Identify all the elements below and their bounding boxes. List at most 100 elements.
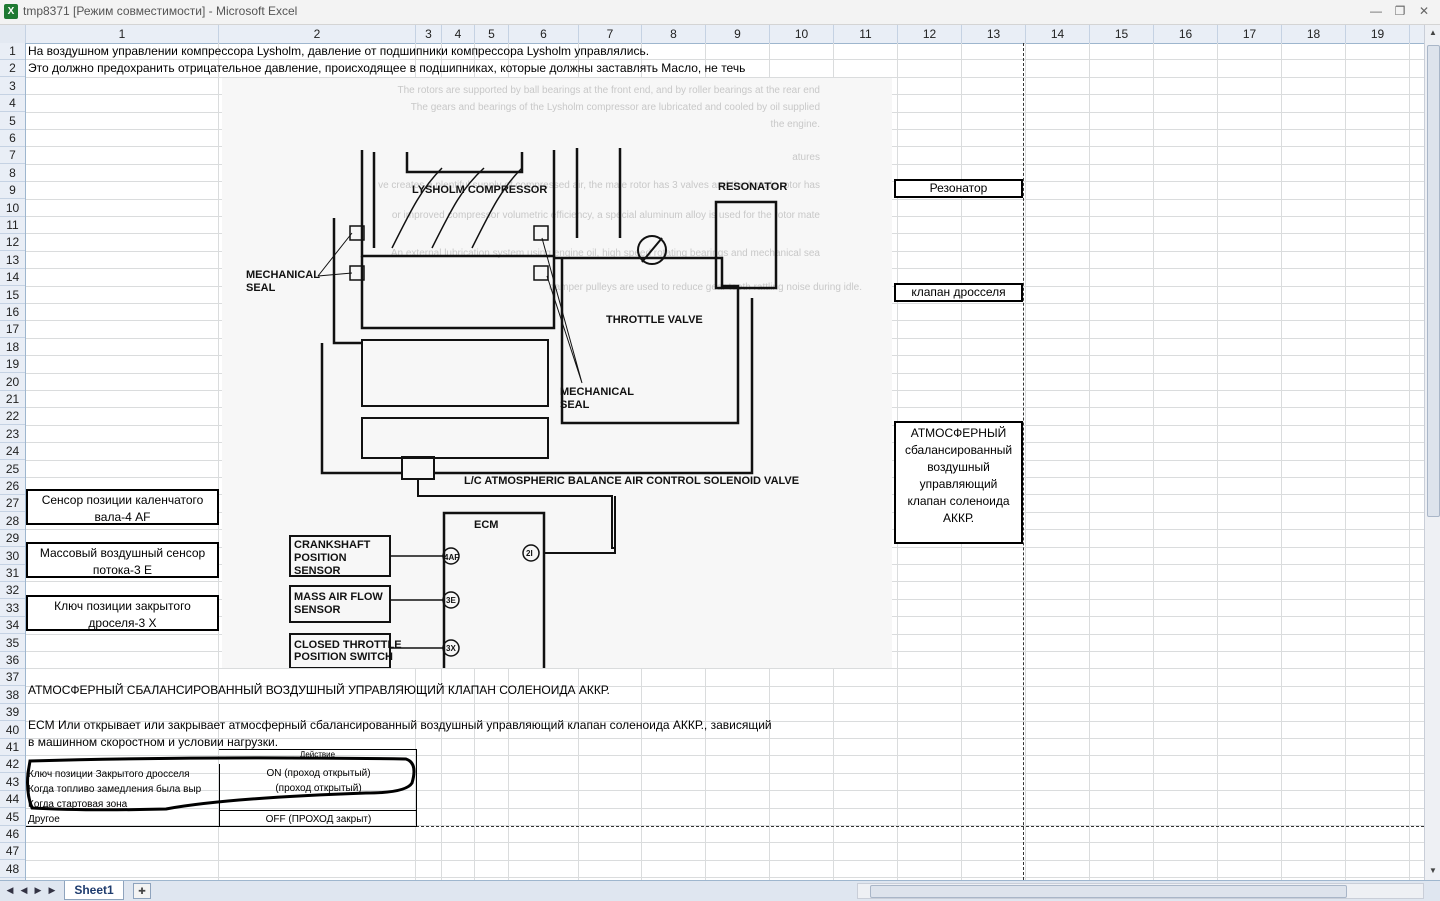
- column-header[interactable]: 3: [416, 25, 442, 43]
- restore-icon[interactable]: ❐: [1390, 2, 1410, 20]
- row-header[interactable]: 4: [0, 95, 25, 113]
- row-header[interactable]: 19: [0, 356, 25, 374]
- column-header[interactable]: 19: [1346, 25, 1410, 43]
- row-header[interactable]: 35: [0, 635, 25, 652]
- row-header[interactable]: 25: [0, 461, 25, 478]
- insert-sheet-icon[interactable]: ✚: [133, 883, 151, 899]
- next-sheet-icon[interactable]: ▶: [32, 883, 44, 897]
- excel-icon[interactable]: X: [4, 4, 18, 19]
- callout-crankshaft-sensor[interactable]: Сенсор позиции каленчатого вала-4 AF: [26, 489, 219, 525]
- row-header[interactable]: 30: [0, 548, 25, 565]
- gridline-horizontal: [26, 877, 1424, 879]
- column-header[interactable]: 2: [219, 25, 416, 43]
- column-header[interactable]: 14: [1026, 25, 1090, 43]
- callout-throttle-valve[interactable]: клапан дросселя: [894, 283, 1023, 302]
- row-header[interactable]: 18: [0, 339, 25, 356]
- cell-r38[interactable]: АТМОСФЕРНЫЙ СБАЛАНСИРОВАННЫЙ ВОЗДУШНЫЙ У…: [28, 683, 610, 697]
- horizontal-scrollbar[interactable]: [857, 883, 1424, 899]
- row-header[interactable]: 9: [0, 182, 25, 200]
- table-action-4[interactable]: OFF (ПРОХОД закрыт): [221, 814, 416, 825]
- row-header[interactable]: 41: [0, 739, 25, 756]
- row-header[interactable]: 6: [0, 130, 25, 147]
- row-header[interactable]: 16: [0, 304, 25, 321]
- row-header[interactable]: 43: [0, 774, 25, 791]
- column-header[interactable]: 18: [1282, 25, 1346, 43]
- row-header[interactable]: 34: [0, 617, 25, 635]
- row-header[interactable]: 2: [0, 60, 25, 78]
- row-header[interactable]: 40: [0, 722, 25, 739]
- row-header[interactable]: 23: [0, 426, 25, 443]
- column-header[interactable]: 5: [475, 25, 509, 43]
- row-header[interactable]: 11: [0, 217, 25, 234]
- row-header[interactable]: 12: [0, 234, 25, 252]
- row-header[interactable]: 48: [0, 861, 25, 878]
- column-header[interactable]: 6: [509, 25, 579, 43]
- callout-mass-air-flow-sensor[interactable]: Массовый воздушный сенсор потока-3 E: [26, 542, 219, 578]
- callout-closed-throttle-switch[interactable]: Ключ позиции закрытого дроселя-3 X: [26, 595, 219, 631]
- row-header[interactable]: 45: [0, 809, 25, 826]
- row-header[interactable]: 5: [0, 113, 25, 130]
- row-header[interactable]: 17: [0, 321, 25, 339]
- row-header[interactable]: 20: [0, 374, 25, 391]
- column-header[interactable]: 10: [770, 25, 834, 43]
- select-all-corner[interactable]: [0, 25, 26, 43]
- callout-resonator[interactable]: Резонатор: [894, 179, 1023, 198]
- row-header[interactable]: 22: [0, 408, 25, 426]
- row-header[interactable]: 1: [0, 43, 25, 60]
- scroll-up-icon[interactable]: ▲: [1425, 25, 1440, 41]
- row-header[interactable]: 21: [0, 391, 25, 408]
- vertical-scrollbar[interactable]: ▲ ▼: [1424, 25, 1440, 880]
- row-header[interactable]: 31: [0, 565, 25, 582]
- table-cond-4[interactable]: Другое: [28, 814, 218, 825]
- compressor-diagram-picture[interactable]: The rotors are supported by ball bearing…: [222, 78, 892, 668]
- row-header[interactable]: 27: [0, 495, 25, 513]
- horizontal-scroll-thumb[interactable]: [870, 885, 1347, 898]
- column-header[interactable]: 1: [26, 25, 219, 43]
- vertical-scroll-thumb[interactable]: [1427, 45, 1440, 517]
- row-header[interactable]: 38: [0, 687, 25, 704]
- row-header[interactable]: 29: [0, 530, 25, 548]
- row-header[interactable]: 10: [0, 200, 25, 217]
- column-header[interactable]: 4: [442, 25, 475, 43]
- row-header[interactable]: 8: [0, 165, 25, 182]
- last-sheet-icon[interactable]: ▶: [46, 883, 58, 897]
- column-header[interactable]: 11: [834, 25, 898, 43]
- cell-r40[interactable]: ECM Или открывает или закрывает атмосфер…: [28, 718, 772, 732]
- scroll-down-icon[interactable]: ▼: [1425, 863, 1440, 879]
- row-header[interactable]: 33: [0, 600, 25, 617]
- prev-sheet-icon[interactable]: ◀: [18, 883, 30, 897]
- cell-r1[interactable]: На воздушном управлении компрессора Lysh…: [28, 44, 649, 58]
- cell-r41[interactable]: в машинном скоростном и условии нагрузки…: [28, 735, 278, 749]
- row-header[interactable]: 46: [0, 826, 25, 843]
- sheet-tab-sheet1[interactable]: Sheet1: [64, 881, 124, 900]
- row-header[interactable]: 24: [0, 443, 25, 461]
- first-sheet-icon[interactable]: ◀: [4, 883, 16, 897]
- row-header[interactable]: 39: [0, 704, 25, 722]
- row-header[interactable]: 47: [0, 843, 25, 861]
- row-header[interactable]: 42: [0, 756, 25, 774]
- worksheet-grid[interactable]: На воздушном управлении компрессора Lysh…: [26, 43, 1424, 880]
- row-header[interactable]: 13: [0, 252, 25, 269]
- column-header[interactable]: 17: [1218, 25, 1282, 43]
- column-header[interactable]: 9: [706, 25, 770, 43]
- row-header[interactable]: 14: [0, 269, 25, 287]
- column-header[interactable]: 15: [1090, 25, 1154, 43]
- row-header[interactable]: 32: [0, 582, 25, 600]
- column-header[interactable]: 12: [898, 25, 962, 43]
- row-header[interactable]: 44: [0, 791, 25, 809]
- row-header[interactable]: 7: [0, 147, 25, 165]
- callout-solenoid-valve[interactable]: АТМОСФЕРНЫЙ сбаланси­рованный воздушный …: [894, 421, 1023, 544]
- column-header[interactable]: 16: [1154, 25, 1218, 43]
- row-header[interactable]: 26: [0, 478, 25, 495]
- column-header[interactable]: 8: [642, 25, 706, 43]
- row-header[interactable]: 28: [0, 513, 25, 530]
- row-header[interactable]: 37: [0, 669, 25, 687]
- row-header[interactable]: 15: [0, 287, 25, 304]
- column-header[interactable]: 7: [579, 25, 642, 43]
- row-header[interactable]: 3: [0, 78, 25, 95]
- cell-r2[interactable]: Это должно предохранить отрицательное да…: [28, 61, 745, 75]
- minimize-icon[interactable]: —: [1366, 2, 1386, 20]
- row-header[interactable]: 36: [0, 652, 25, 669]
- column-header[interactable]: 13: [962, 25, 1026, 43]
- close-icon[interactable]: ✕: [1414, 2, 1434, 20]
